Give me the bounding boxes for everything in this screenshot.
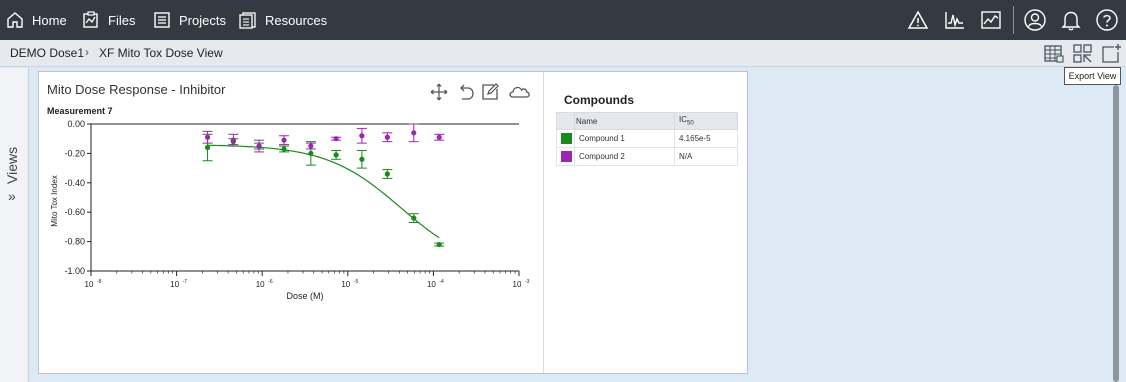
views-rail[interactable]: Views » [0,68,29,382]
compound-name-cell: Compound 1 [574,129,675,148]
expand-chevron-icon[interactable]: » [8,188,16,204]
panel-divider [543,72,544,373]
y-tick-label: -0.80 [64,237,85,247]
breadcrumb-item-view[interactable]: XF Mito Tox Dose View [99,46,223,60]
compound-name-cell: Compound 2 [574,147,675,166]
y-tick-label: -0.40 [64,178,85,188]
nav-projects[interactable]: Projects [153,0,226,40]
x-tick-label: 10 [256,280,265,289]
chart-title: Mito Dose Response - Inhibitor [47,82,226,97]
y-tick-label: -0.20 [64,148,85,158]
table-view-icon[interactable] [1043,43,1065,65]
data-point [333,136,339,142]
undo-icon[interactable] [456,82,476,102]
nav-resources-label: Resources [265,12,328,28]
x-tick-label: 10 [170,280,179,289]
cloud-icon[interactable] [507,82,531,102]
x-tick-exponent: -7 [183,279,188,285]
y-axis-label: Mito Tox Index [50,175,59,226]
y-tick-label: -0.60 [64,207,85,217]
data-point [230,137,236,143]
data-point [256,143,262,149]
x-tick-label: 10 [85,280,94,289]
nav-files[interactable]: Files [82,0,135,40]
dose-response-panel: Mito Dose Response - Inhibitor Measureme… [38,71,748,374]
data-point [281,137,287,143]
move-icon[interactable] [429,82,449,102]
nav-projects-label: Projects [179,12,226,28]
waveform-icon[interactable] [943,8,967,32]
ic50-header-text: IC [679,115,687,125]
x-tick-label: 10 [427,280,436,289]
export-view-tooltip: Export View [1064,67,1121,85]
data-point [436,134,442,140]
data-point [359,133,365,139]
compound-ic50-cell: N/A [674,147,738,166]
data-point [384,171,390,177]
table-row[interactable]: Compound 2 N/A [556,147,738,166]
new-view-icon[interactable] [1100,43,1122,65]
compounds-title: Compounds [564,93,634,107]
data-point [204,144,211,151]
ic50-header-subscript: 50 [687,120,694,127]
warning-icon[interactable] [906,8,930,32]
data-point [411,215,417,221]
table-row[interactable]: Compound 1 4.165e-5 [556,129,738,148]
fit-curve [207,144,440,239]
nav-home-label: Home [32,12,67,28]
views-rail-label: Views [4,146,20,184]
x-tick-exponent: -8 [97,279,102,285]
compound-ic50-cell: 4.165e-5 [674,129,738,148]
swatch-cell [556,129,575,148]
x-tick-exponent: -3 [525,279,530,285]
data-point [384,134,390,140]
chart-line-icon[interactable] [979,8,1003,32]
x-tick-exponent: -4 [439,279,444,285]
y-tick-label: 0.00 [67,119,85,129]
data-point [308,143,314,149]
data-point [436,241,442,248]
top-navbar: Home Files Projects Resources [0,0,1126,40]
x-tick-exponent: -6 [268,279,273,285]
nav-resources[interactable]: Resources [239,0,327,40]
grid-view-icon[interactable] [1072,43,1094,65]
nav-home[interactable]: Home [6,0,67,40]
x-axis-label: Dose (M) [286,291,323,301]
breadcrumb: DEMO Dose1 › XF Mito Tox Dose View [0,40,1126,67]
ic50-column-header: IC50 [674,112,738,130]
home-icon [7,12,23,28]
data-point [359,156,365,162]
vertical-scrollbar[interactable] [1113,85,1119,382]
swatch-column-header [556,112,575,130]
data-point [281,146,287,152]
x-tick-exponent: -5 [354,279,359,285]
data-point [333,152,339,158]
x-tick-label: 10 [341,280,350,289]
nav-divider [1013,6,1014,34]
bell-icon[interactable] [1059,8,1083,32]
edit-icon[interactable] [480,82,500,102]
data-point [411,130,417,136]
user-icon[interactable] [1023,8,1047,32]
data-point [308,150,314,156]
dose-response-chart: 0.00-0.20-0.40-0.60-0.80-1.0010 -8 10 -7 10-… [50,119,530,301]
compound-2-swatch [561,151,572,162]
swatch-cell [556,147,575,166]
nav-files-label: Files [108,12,136,28]
y-tick-label: -1.00 [64,266,85,276]
files-icon [83,11,98,28]
help-icon[interactable] [1095,8,1119,32]
projects-icon [154,12,170,28]
compounds-table: Name IC50 Compound 1 4.165e-5 Compound 2… [556,112,738,166]
x-tick-label: 10 [513,280,522,289]
compound-1-swatch [561,133,572,144]
data-point [204,134,211,140]
breadcrumb-item-project[interactable]: DEMO Dose1 [10,46,84,60]
breadcrumb-separator: › [85,45,89,59]
resources-icon [239,12,256,29]
name-column-header: Name [574,112,675,130]
